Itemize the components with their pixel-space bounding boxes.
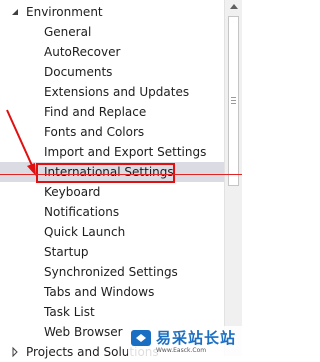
tree-item-task-list[interactable]: Task List [0,302,224,322]
tree-item-label: Startup [44,245,89,259]
tree-item-label: Documents [44,65,113,79]
tree-item-startup[interactable]: Startup [0,242,224,262]
highlight-box [36,163,175,183]
tree-item-synchronized-settings[interactable]: Synchronized Settings [0,262,224,282]
tree-item-autorecover[interactable]: AutoRecover [0,42,224,62]
tree-node-label: Environment [26,5,103,19]
tree-item-label: General [44,25,92,39]
expand-icon[interactable] [10,342,20,362]
watermark-url: Www.Easck.Com [156,347,207,354]
tree-item-label: Import and Export Settings [44,145,207,159]
annotation-line [0,174,242,175]
tree-node-environment[interactable]: Environment [0,2,224,22]
scrollbar-thumb[interactable] [228,16,239,186]
tree-item-label: Fonts and Colors [44,125,145,139]
tree-item-quick-launch[interactable]: Quick Launch [0,222,224,242]
tree-item-label: Keyboard [44,185,101,199]
tree-item-notifications[interactable]: Notifications [0,202,224,222]
tree-item-label: Find and Replace [44,105,147,119]
tree-item-label: Task List [44,305,95,319]
tree-item-label: Tabs and Windows [44,285,155,299]
annotation-arrow-icon [6,109,36,176]
tree-item-label: Web Browser [44,325,123,339]
collapse-icon[interactable] [10,2,20,22]
tree-item-label: Notifications [44,205,120,219]
tree-item-label: Quick Launch [44,225,126,239]
tree-item-documents[interactable]: Documents [0,62,224,82]
tree-item-label: Synchronized Settings [44,265,178,279]
scroll-up-arrow-icon[interactable] [230,4,238,9]
tree-item-keyboard[interactable]: Keyboard [0,182,224,202]
watermark-text: 易采站长站 [156,329,237,347]
vertical-scrollbar[interactable] [224,0,242,356]
watermark: 易采站长站 Www.Easck.Com [128,326,242,356]
tree-item-label: Extensions and Updates [44,85,190,99]
tree-item-general[interactable]: General [0,22,224,42]
tree-item-tabs-and-windows[interactable]: Tabs and Windows [0,282,224,302]
tree-item-label: AutoRecover [44,45,121,59]
watermark-logo-icon [131,330,151,346]
tree-item-extensions-and-updates[interactable]: Extensions and Updates [0,82,224,102]
